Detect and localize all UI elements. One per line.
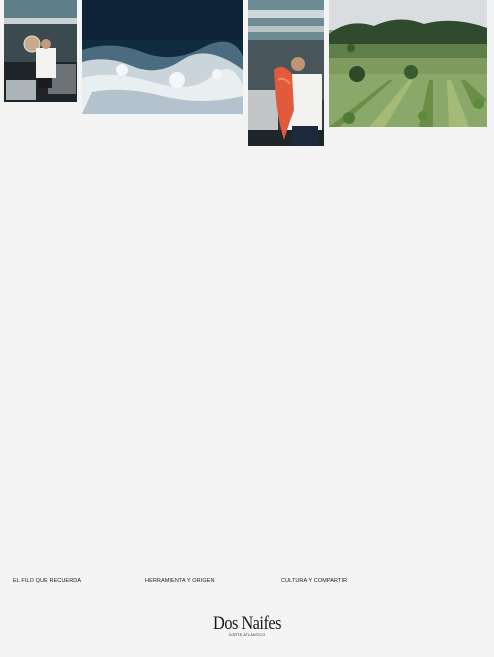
photo-chef-with-fish[interactable] (248, 0, 324, 146)
brand-name: Dos Naifes (213, 613, 281, 634)
photo-chef-kitchen[interactable] (4, 0, 77, 102)
nav-link-el-filo-que-recuerda[interactable]: EL FILO QUE RECUERDA (13, 578, 81, 584)
nav-link-cultura-y-compartir[interactable]: CULTURA Y COMPARTIR (281, 578, 347, 584)
brand-logo[interactable]: Dos Naifes CORTE ATLANTICO (0, 613, 494, 638)
nav-link-herramienta-y-origen[interactable]: HERRAMIENTA Y ORIGEN (145, 578, 215, 584)
photo-sea-foam[interactable] (82, 0, 243, 114)
photo-vineyard[interactable] (329, 0, 487, 127)
